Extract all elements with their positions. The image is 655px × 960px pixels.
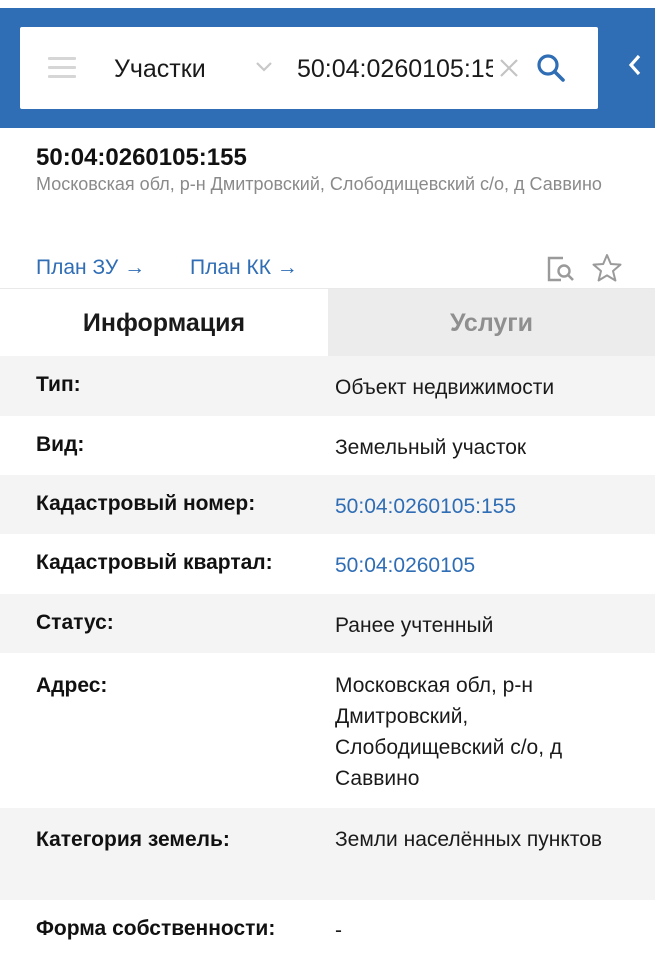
table-row: Адрес: Московская обл, р-н Дмитровский, …	[0, 653, 655, 808]
table-row: Кадастровый квартал: 50:04:0260105	[0, 534, 655, 594]
row-value: Объект недвижимости	[335, 376, 555, 399]
row-label: Категория земель:	[36, 828, 230, 851]
table-row: Категория земель: Земли населённых пункт…	[0, 808, 655, 900]
search-icon[interactable]	[536, 53, 566, 83]
plan-zu-link[interactable]: План ЗУ →	[36, 256, 145, 280]
row-label: Форма собственности:	[36, 917, 276, 940]
tab-bar: Информация Услуги	[0, 288, 655, 357]
info-table: Тип: Объект недвижимости Вид: Земельный …	[0, 356, 655, 960]
row-label: Кадастровый квартал:	[36, 551, 273, 574]
table-row: Вид: Земельный участок	[0, 416, 655, 475]
cadastral-quarter-link[interactable]: 50:04:0260105	[335, 550, 635, 581]
object-type-label: Участки	[114, 55, 206, 83]
menu-icon[interactable]	[48, 57, 76, 79]
top-strip	[0, 0, 655, 8]
preview-icon[interactable]	[545, 254, 577, 284]
star-icon[interactable]	[592, 253, 622, 283]
plan-kk-link[interactable]: План КК →	[190, 256, 298, 280]
table-row: Статус: Ранее учтенный	[0, 594, 655, 653]
search-box: Участки 50:04:0260105:155	[20, 27, 598, 109]
table-row: Форма собственности: -	[0, 900, 655, 960]
object-number: 50:04:0260105:155	[36, 144, 247, 171]
row-label: Тип:	[36, 373, 81, 396]
row-value: Земельный участок	[335, 436, 527, 459]
row-label: Адрес:	[36, 674, 108, 697]
row-value: -	[335, 919, 342, 942]
row-label: Кадастровый номер:	[36, 492, 256, 515]
row-label: Вид:	[36, 433, 85, 456]
cadastral-number-link[interactable]: 50:04:0260105:155	[335, 491, 635, 522]
chevron-down-icon	[256, 62, 272, 72]
table-row: Кадастровый номер: 50:04:0260105:155	[0, 475, 655, 534]
row-label: Статус:	[36, 611, 114, 634]
object-address: Московская обл, р-н Дмитровский, Слободи…	[36, 174, 602, 194]
row-value: Ранее учтенный	[335, 614, 494, 637]
clear-icon[interactable]	[498, 57, 520, 79]
object-type-select[interactable]: Участки	[114, 27, 284, 109]
row-value: Земли населённых пунктов	[335, 828, 603, 851]
search-input[interactable]: 50:04:0260105:155	[297, 55, 493, 84]
tab-information[interactable]: Информация	[0, 289, 328, 357]
tab-services[interactable]: Услуги	[328, 289, 655, 357]
top-bar: Участки 50:04:0260105:155	[0, 0, 655, 128]
chevron-left-icon[interactable]	[624, 52, 646, 78]
row-value: Московская обл, р-н Дмитровский, Слободи…	[335, 674, 563, 790]
table-row: Тип: Объект недвижимости	[0, 356, 655, 416]
